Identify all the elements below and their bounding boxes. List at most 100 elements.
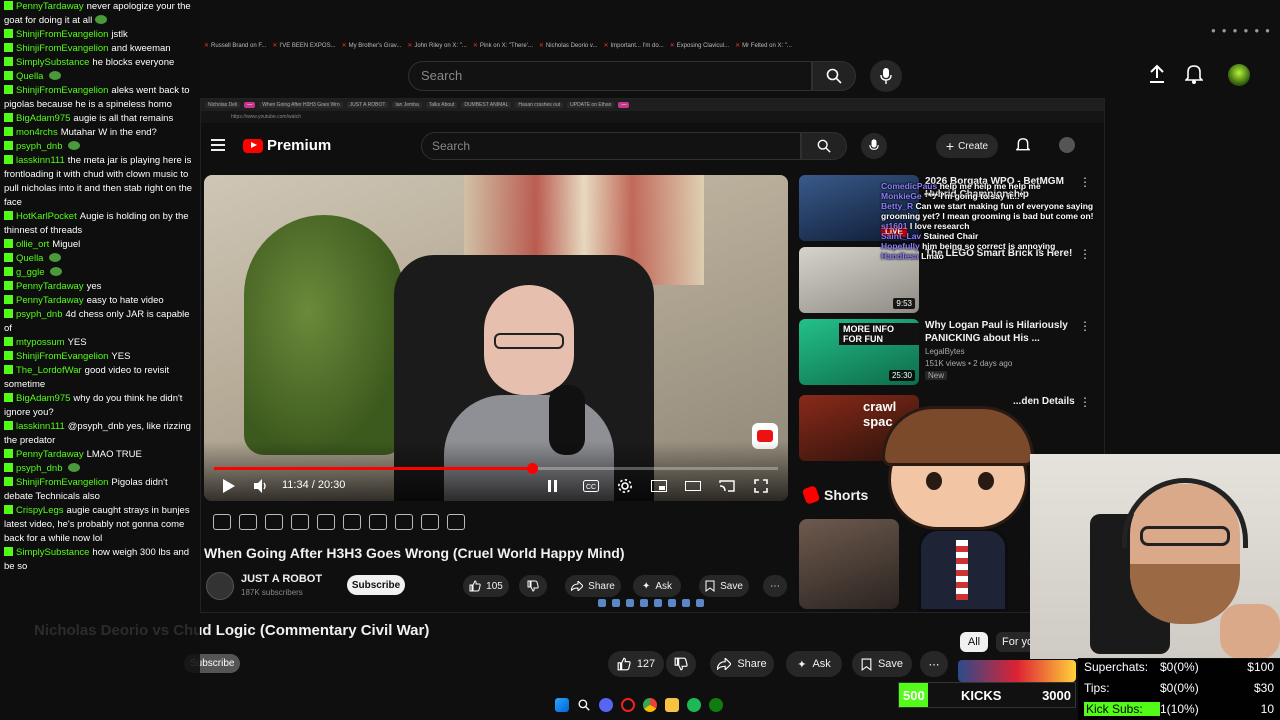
create-button[interactable]: + Create (936, 134, 998, 158)
chat-username[interactable]: PennyTardaway (16, 1, 84, 12)
chat-username[interactable]: psyph_dnb (16, 309, 62, 320)
chat-username[interactable]: ShinjiFromEvangelion (16, 85, 108, 96)
chat-username[interactable]: BigAdam975 (16, 113, 70, 124)
avatar[interactable] (1228, 64, 1250, 86)
chat-username[interactable]: psyph_dnb (16, 141, 62, 152)
inner-avatar[interactable] (1059, 137, 1075, 153)
taskbar-icon[interactable] (696, 599, 704, 607)
taskbar-icon[interactable] (668, 599, 676, 607)
camera-icon[interactable] (421, 514, 439, 530)
chat-username[interactable]: PennyTardaway (16, 449, 84, 460)
recommendation-title[interactable]: Why Logan Paul is Hilariously PANICKING … (925, 319, 1075, 345)
channel-avatar[interactable] (206, 572, 234, 600)
chat-username[interactable]: mtypossum (16, 337, 65, 348)
spotify-icon[interactable] (687, 698, 701, 712)
recommendation-item[interactable]: MORE INFO FOR FUN 25:30 Why Logan Paul i… (799, 319, 1099, 389)
inner-tab[interactable]: UPDATE on Ethan (567, 102, 615, 108)
chat-username[interactable]: PennyTardaway (16, 295, 84, 306)
extension-icon[interactable]: ● (1254, 26, 1259, 35)
youtube-premium-logo[interactable]: Premium (243, 137, 331, 154)
taskbar-icon[interactable] (640, 599, 648, 607)
notifications-button[interactable] (1184, 64, 1204, 89)
chat-username[interactable]: Quella (16, 71, 43, 82)
menu-icon[interactable] (211, 139, 225, 151)
taskbar-icon[interactable] (626, 599, 634, 607)
film-icon[interactable] (291, 514, 309, 530)
outer-tab[interactable]: Pink on X: "There'... (473, 42, 533, 49)
outer-tab[interactable]: My Brother's Grav... (342, 42, 402, 49)
search-button[interactable] (812, 61, 856, 91)
share-button[interactable]: Share (565, 575, 621, 597)
chat-username[interactable]: g_ggle (16, 267, 45, 278)
like-button[interactable]: 105 (463, 575, 509, 597)
chat-username[interactable]: ShinjiFromEvangelion (16, 477, 108, 488)
chrome-icon[interactable] (643, 698, 657, 712)
outer-more-button[interactable]: ⋯ (920, 651, 948, 677)
volume-button[interactable] (252, 477, 270, 495)
outer-tab[interactable]: Nicholas Deorio v... (539, 42, 598, 49)
inner-tab-active[interactable]: — (244, 102, 256, 108)
taskbar-icon[interactable] (654, 599, 662, 607)
search-icon[interactable] (577, 698, 591, 712)
inner-notifications[interactable] (1015, 137, 1031, 158)
chat-username[interactable]: BigAdam975 (16, 393, 70, 404)
more-vert-icon[interactable]: ⋮ (1079, 319, 1091, 333)
outer-tab[interactable]: Mr Felted on X: "... (735, 42, 792, 49)
outer-tab[interactable]: Russell Brand on F... (204, 42, 266, 49)
voice-search-button[interactable] (870, 60, 902, 92)
captions-button[interactable]: CC (582, 477, 600, 495)
chat-username[interactable]: ShinjiFromEvangelion (16, 29, 108, 40)
video-player[interactable]: 11:34 / 20:30 CC (204, 175, 788, 501)
outer-save-button[interactable]: Save (852, 651, 912, 677)
chat-username[interactable]: PennyTardaway (16, 281, 84, 292)
progress-bar[interactable] (214, 463, 778, 474)
search-input[interactable]: Search (408, 61, 812, 91)
windows-start-icon[interactable] (555, 698, 569, 712)
chat-username[interactable]: HotKarlPocket (16, 211, 77, 222)
dislike-button[interactable] (519, 575, 547, 597)
inner-url-bar[interactable]: https://www.youtube.com/watch (201, 111, 1104, 123)
outer-ask-button[interactable]: ✦ Ask (786, 651, 842, 677)
channel-name[interactable]: JUST A ROBOT (241, 573, 322, 585)
taskbar-icon[interactable] (598, 599, 606, 607)
chat-username[interactable]: The_LordofWar (16, 365, 82, 376)
taskbar-icon[interactable] (682, 599, 690, 607)
chat-username[interactable]: mon4rchs (16, 127, 58, 138)
save-button[interactable]: Save (699, 575, 749, 597)
folder-icon[interactable] (665, 698, 679, 712)
cast-button[interactable] (718, 477, 736, 495)
inner-tab[interactable]: — (618, 102, 630, 108)
chat-username[interactable]: psyph_dnb (16, 463, 62, 474)
outer-dislike-button[interactable] (666, 651, 696, 677)
inner-tab[interactable]: Talks About (425, 102, 458, 108)
more-actions-button[interactable]: ⋯ (763, 575, 787, 597)
recommendation-channel[interactable]: LegalBytes (925, 347, 965, 356)
inner-tab[interactable]: JUST A ROBOT (346, 102, 389, 108)
subscribe-button[interactable]: Subscribe (347, 575, 405, 595)
outer-share-button[interactable]: Share (710, 651, 774, 677)
extension-icon[interactable]: ● (1233, 26, 1238, 35)
extension-icon[interactable]: ● (1211, 26, 1216, 35)
chat-username[interactable]: lasskinn111 (16, 421, 65, 432)
gear-icon[interactable] (447, 514, 465, 530)
grid-icon[interactable] (343, 514, 361, 530)
taskbar-icon[interactable] (612, 599, 620, 607)
chat-username[interactable]: SimplySubstance (16, 547, 89, 558)
inner-tab[interactable]: Nicholas Deli (205, 102, 241, 108)
screenshot-icon[interactable] (265, 514, 283, 530)
fullscreen-button[interactable] (752, 477, 770, 495)
add-icon[interactable] (395, 514, 413, 530)
chat-username[interactable]: ollie_ort (16, 239, 49, 250)
outer-tab[interactable]: John Riley on X: "... (407, 42, 467, 49)
outer-tab[interactable]: I'VE BEEN EXPOS... (272, 42, 335, 49)
inner-search-button[interactable] (801, 132, 847, 160)
miniplayer-button[interactable] (650, 477, 668, 495)
chat-username[interactable]: ShinjiFromEvangelion (16, 351, 108, 362)
extension-icon[interactable]: ● (1243, 26, 1248, 35)
chat-username[interactable]: lasskinn111 (16, 155, 65, 166)
ask-button[interactable]: ✦ Ask (633, 575, 681, 597)
inner-tab[interactable]: When Going After H3H3 Goes Wro (259, 102, 343, 108)
more-vert-icon[interactable]: ⋮ (1079, 395, 1091, 409)
speed-icon[interactable] (239, 514, 257, 530)
discord-icon[interactable] (599, 698, 613, 712)
